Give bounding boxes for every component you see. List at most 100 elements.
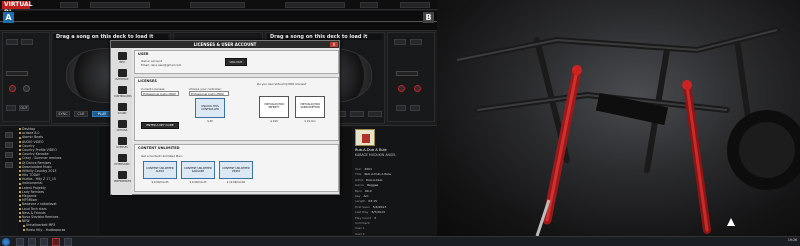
out-button-left[interactable]: OUT bbox=[19, 105, 29, 111]
filter-knob-right[interactable] bbox=[398, 85, 405, 92]
nav-item-info[interactable]: INFO bbox=[114, 52, 130, 65]
licenses-section: LICENSES Current Licenses: Professional … bbox=[134, 77, 339, 141]
globe-icon bbox=[117, 154, 127, 162]
search-icon[interactable] bbox=[5, 132, 13, 138]
deck-a-cue-button[interactable]: CUE bbox=[74, 111, 88, 117]
pro-license-note: Do you own Virtual DJ PRO license? bbox=[257, 82, 307, 86]
in-button-left[interactable] bbox=[6, 105, 16, 111]
user-section: USER Owner account Email: rana.user@gmai… bbox=[134, 50, 339, 74]
taskbar-folder-icon[interactable] bbox=[64, 238, 72, 246]
metadata-key: Bpm bbox=[355, 188, 362, 193]
desktop-wallpaper bbox=[437, 0, 800, 236]
taskbar-media-icon[interactable] bbox=[40, 238, 48, 246]
nav-item-extensions[interactable]: EXTENSIONS bbox=[114, 154, 130, 167]
dialog-body: USER Owner account Email: rana.user@gmai… bbox=[134, 50, 339, 194]
metadata-value: Am bbox=[363, 193, 369, 198]
out-button-right[interactable] bbox=[410, 105, 420, 111]
master-volume[interactable] bbox=[60, 2, 78, 8]
monitor-icon bbox=[117, 69, 127, 77]
settings-button[interactable] bbox=[360, 2, 378, 8]
current-license-field[interactable]: Professional Audio (PRO) bbox=[141, 91, 179, 96]
effects-icon[interactable] bbox=[5, 162, 13, 168]
nav-item-label: PREFERENCES bbox=[114, 180, 132, 183]
metadata-key: First Seen bbox=[355, 204, 370, 209]
pad-mode-select-right[interactable] bbox=[396, 71, 418, 76]
in-button-right[interactable] bbox=[396, 105, 406, 111]
deck-a-sync-button[interactable]: SYNC bbox=[56, 111, 70, 117]
unlock-controller-price: $ 49 bbox=[207, 120, 213, 123]
folder-tree[interactable]: Desktop acdsee 8.0 Atomic Beats AUDIO VIDEO… bbox=[18, 127, 98, 235]
controller-select[interactable]: Professional Audio (PRO) bbox=[189, 91, 229, 96]
speaker-icon bbox=[117, 103, 127, 111]
user-email-line: Email: rana.user@gmail.com bbox=[141, 63, 182, 67]
controller-icon bbox=[117, 86, 127, 94]
pro-subscription-label: VIRTUALDJ PRO SUBSCRIPTION bbox=[300, 103, 320, 109]
metadata-value: 5/7/2013 bbox=[371, 210, 385, 215]
close-button[interactable]: X bbox=[330, 42, 338, 47]
content-video-card[interactable]: CONTENT UNLIMITED VIDEO bbox=[219, 161, 253, 179]
gain-knob-left[interactable] bbox=[23, 85, 30, 92]
system-clock[interactable]: 19:26 bbox=[788, 238, 797, 242]
metadata-value: 03:15 bbox=[368, 199, 378, 204]
gain-knob-right[interactable] bbox=[414, 85, 421, 92]
virtualdj-window: VIRTUAL DJ A B OUT Drag a song on this d… bbox=[0, 0, 437, 236]
deck-b-cue-button[interactable] bbox=[350, 111, 364, 117]
sampler-icon[interactable] bbox=[5, 152, 13, 158]
nav-item-label: CONTROLLERS bbox=[114, 95, 132, 98]
start-button[interactable] bbox=[2, 238, 10, 246]
enter-key-button[interactable]: ENTER A KEY CODE bbox=[141, 122, 179, 129]
info-icon bbox=[117, 52, 127, 60]
pro-infinity-card[interactable]: VIRTUALDJ PRO INFINITY bbox=[259, 96, 289, 118]
top-waveform-right[interactable] bbox=[285, 2, 345, 8]
taskbar-browser-icon[interactable] bbox=[28, 238, 36, 246]
pro-subscription-card[interactable]: VIRTUALDJ PRO SUBSCRIPTION bbox=[295, 96, 325, 118]
waveform-line bbox=[0, 21, 437, 22]
top-waveform-left[interactable] bbox=[90, 2, 150, 8]
pro-infinity-label: VIRTUALDJ PRO INFINITY bbox=[264, 103, 284, 109]
content-video-price: $ 19.99/month bbox=[226, 181, 246, 184]
gear-icon bbox=[117, 171, 127, 179]
metadata-key: Last Play bbox=[355, 210, 369, 215]
clock-time: 19:26 bbox=[787, 238, 797, 242]
top-bar: VIRTUAL DJ bbox=[0, 0, 437, 16]
logout-button[interactable]: LOG OUT bbox=[225, 58, 247, 66]
metadata-key: Artist bbox=[355, 177, 364, 182]
waveform-overview[interactable] bbox=[0, 11, 437, 31]
filter-knob-left[interactable] bbox=[9, 85, 16, 92]
nav-item-preferences[interactable]: PREFERENCES bbox=[114, 171, 132, 184]
fx-button-right[interactable] bbox=[394, 39, 406, 45]
nav-item-label: EXTENSIONS bbox=[114, 163, 130, 166]
loop-button-right[interactable] bbox=[410, 39, 422, 45]
nav-item-interface[interactable]: INTERFACE bbox=[114, 69, 130, 82]
window-controls[interactable] bbox=[400, 2, 430, 8]
folder-tree-item[interactable]: Radio Hity - Hudbapocas bbox=[18, 228, 98, 232]
nav-item-options[interactable]: OPTIONS bbox=[114, 120, 130, 133]
album-cover bbox=[355, 129, 375, 146]
song-info-panel: Rub-A-Dub A Rule KABAGE MUDUKIN ANGEL Ye… bbox=[353, 127, 435, 236]
loop-button-left[interactable] bbox=[21, 39, 33, 45]
taskbar-explorer-icon[interactable] bbox=[16, 238, 24, 246]
rc-crawler-image bbox=[454, 27, 800, 236]
taskbar: 19:26 bbox=[0, 236, 800, 246]
pad-mode-select-left[interactable] bbox=[6, 71, 28, 76]
nav-item-sound[interactable]: SOUND bbox=[114, 103, 130, 116]
nav-item-licenses[interactable]: LICENSES bbox=[114, 137, 130, 150]
fx-button-left[interactable] bbox=[6, 39, 18, 45]
deck-a-play-button[interactable]: PLAY bbox=[92, 111, 112, 117]
content-karaoke-card[interactable]: CONTENT UNLIMITED KARAOKE bbox=[181, 161, 215, 179]
song-metadata: Year 2001 Title Rub-A-Dub A Rule Artist Dub-A… bbox=[355, 167, 433, 236]
app-logo: VIRTUAL DJ bbox=[2, 1, 33, 16]
wrench-icon bbox=[117, 120, 127, 128]
pro-infinity-price: $ 299 bbox=[270, 120, 278, 123]
nav-item-controllers[interactable]: CONTROLLERS bbox=[114, 86, 132, 99]
nav-item-label: LICENSES bbox=[116, 146, 128, 149]
metadata-key: Comment bbox=[355, 220, 370, 225]
content-audio-card[interactable]: CONTENT UNLIMITED AUDIO bbox=[143, 161, 177, 179]
right-side-panel bbox=[387, 32, 435, 122]
unlock-controller-card[interactable]: UNLOCK THIS CONTROLLER bbox=[195, 98, 225, 118]
folder-icon[interactable] bbox=[5, 142, 13, 148]
taskbar-virtualdj-icon[interactable] bbox=[52, 238, 60, 246]
deck-b-sync-button[interactable] bbox=[368, 111, 382, 117]
metadata-value: Reggae bbox=[367, 183, 379, 188]
content-audio-price: $ 9.99/month bbox=[151, 181, 169, 184]
